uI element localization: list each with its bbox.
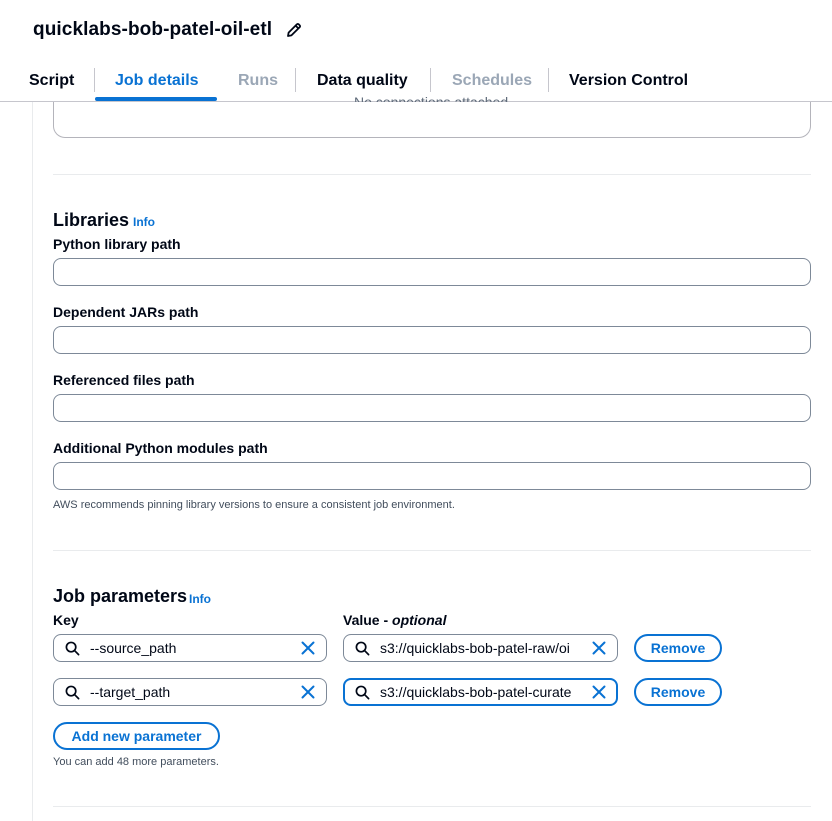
connections-box: No connections attached. (53, 95, 811, 138)
page-header: quicklabs-bob-patel-oil-etl (0, 0, 832, 60)
job-parameters-title: Job parameters (53, 586, 188, 606)
param-value-value: s3://quicklabs-bob-patel-raw/oi (380, 640, 570, 656)
section-divider (53, 806, 811, 807)
param-key-value: --source_path (90, 640, 177, 656)
clear-icon[interactable] (592, 685, 606, 699)
libraries-info-link[interactable]: Info (133, 215, 155, 229)
param-value-field[interactable]: s3://quicklabs-bob-patel-curate (343, 678, 618, 706)
pencil-icon[interactable] (285, 21, 303, 39)
tab-separator (548, 68, 549, 92)
no-connections-text: No connections attached. (54, 95, 812, 102)
dependent-jars-path-input[interactable] (53, 326, 811, 354)
search-icon (355, 641, 370, 656)
remove-parameter-button[interactable]: Remove (634, 678, 722, 706)
job-title: quicklabs-bob-patel-oil-etl (33, 19, 273, 40)
search-icon (65, 641, 80, 656)
param-key-field[interactable]: --target_path (53, 678, 327, 706)
param-value-field[interactable]: s3://quicklabs-bob-patel-raw/oi (343, 634, 618, 662)
search-icon (65, 685, 80, 700)
dependent-jars-path-label: Dependent JARs path (53, 304, 199, 320)
section-divider (53, 174, 811, 175)
remove-parameter-button[interactable]: Remove (634, 634, 722, 662)
referenced-files-path-label: Referenced files path (53, 372, 195, 388)
clear-icon[interactable] (301, 685, 315, 699)
libraries-title: Libraries (53, 210, 130, 230)
additional-python-modules-path-label: Additional Python modules path (53, 440, 268, 456)
job-parameters-hint: You can add 48 more parameters. (53, 756, 219, 768)
param-value-value: s3://quicklabs-bob-patel-curate (380, 684, 572, 700)
python-library-path-label: Python library path (53, 236, 181, 252)
value-column-label: Value - optional (343, 612, 447, 628)
param-key-value: --target_path (90, 684, 171, 700)
tab-separator (295, 68, 296, 92)
job-parameters-info-link[interactable]: Info (189, 592, 211, 606)
add-new-parameter-button[interactable]: Add new parameter (53, 722, 220, 750)
clear-icon[interactable] (592, 641, 606, 655)
python-library-path-input[interactable] (53, 258, 811, 286)
section-divider (53, 550, 811, 551)
libraries-hint: AWS recommends pinning library versions … (53, 499, 455, 511)
additional-python-modules-path-input[interactable] (53, 462, 811, 490)
tab-separator (94, 68, 95, 92)
key-column-label: Key (53, 612, 79, 628)
tab-separator (430, 68, 431, 92)
clear-icon[interactable] (301, 641, 315, 655)
left-gutter (0, 102, 32, 821)
search-icon (355, 685, 370, 700)
param-key-field[interactable]: --source_path (53, 634, 327, 662)
referenced-files-path-input[interactable] (53, 394, 811, 422)
